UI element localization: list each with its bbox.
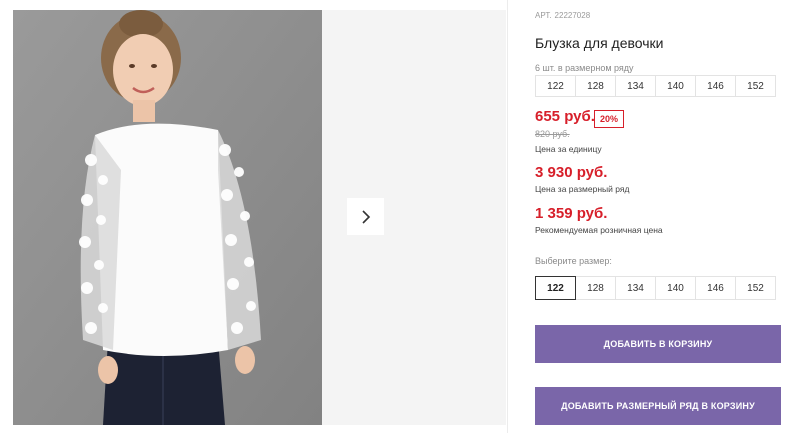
size-option-134[interactable]: 134 [615,276,656,300]
retail-price: 1 359 руб. [535,205,608,222]
old-price: 820 руб. [535,129,570,139]
size-row-item: 146 [695,75,736,97]
size-row-note: 6 шт. в размерном ряду [535,63,634,73]
size-option-128[interactable]: 128 [575,276,616,300]
sku-label: АРТ. [535,11,552,20]
sku-value: 22227028 [554,11,591,20]
unit-price-caption: Цена за единицу [535,144,602,154]
girl-blouse-illustration [13,10,322,425]
chevron-right-icon [361,209,370,224]
size-row-item: 152 [735,75,776,97]
size-row-list: 122 128 134 140 146 152 [535,75,776,97]
add-size-row-to-cart-button[interactable]: ДОБАВИТЬ РАЗМЕРНЫЙ РЯД В КОРЗИНУ [535,387,781,425]
size-selector: 122 128 134 140 146 152 [535,276,776,300]
retail-price-caption: Рекомендуемая розничная цена [535,225,663,235]
size-option-146[interactable]: 146 [695,276,736,300]
unit-price: 655 руб. [535,108,595,125]
size-row-item: 134 [615,75,656,97]
size-row-item: 140 [655,75,696,97]
size-row-item: 128 [575,75,616,97]
sku: АРТ. 22227028 [535,11,590,20]
row-price-caption: Цена за размерный ряд [535,184,630,194]
product-title: Блузка для девочки [535,35,664,51]
row-price: 3 930 руб. [535,164,608,181]
add-to-cart-button[interactable]: ДОБАВИТЬ В КОРЗИНУ [535,325,781,363]
size-option-152[interactable]: 152 [735,276,776,300]
size-row-item: 122 [535,75,576,97]
next-image-button[interactable] [347,198,384,235]
size-option-140[interactable]: 140 [655,276,696,300]
discount-badge: 20% [594,110,625,128]
divider [507,0,508,433]
product-photo[interactable] [13,10,322,425]
choose-size-label: Выберите размер: [535,256,612,266]
size-option-122[interactable]: 122 [535,276,576,300]
